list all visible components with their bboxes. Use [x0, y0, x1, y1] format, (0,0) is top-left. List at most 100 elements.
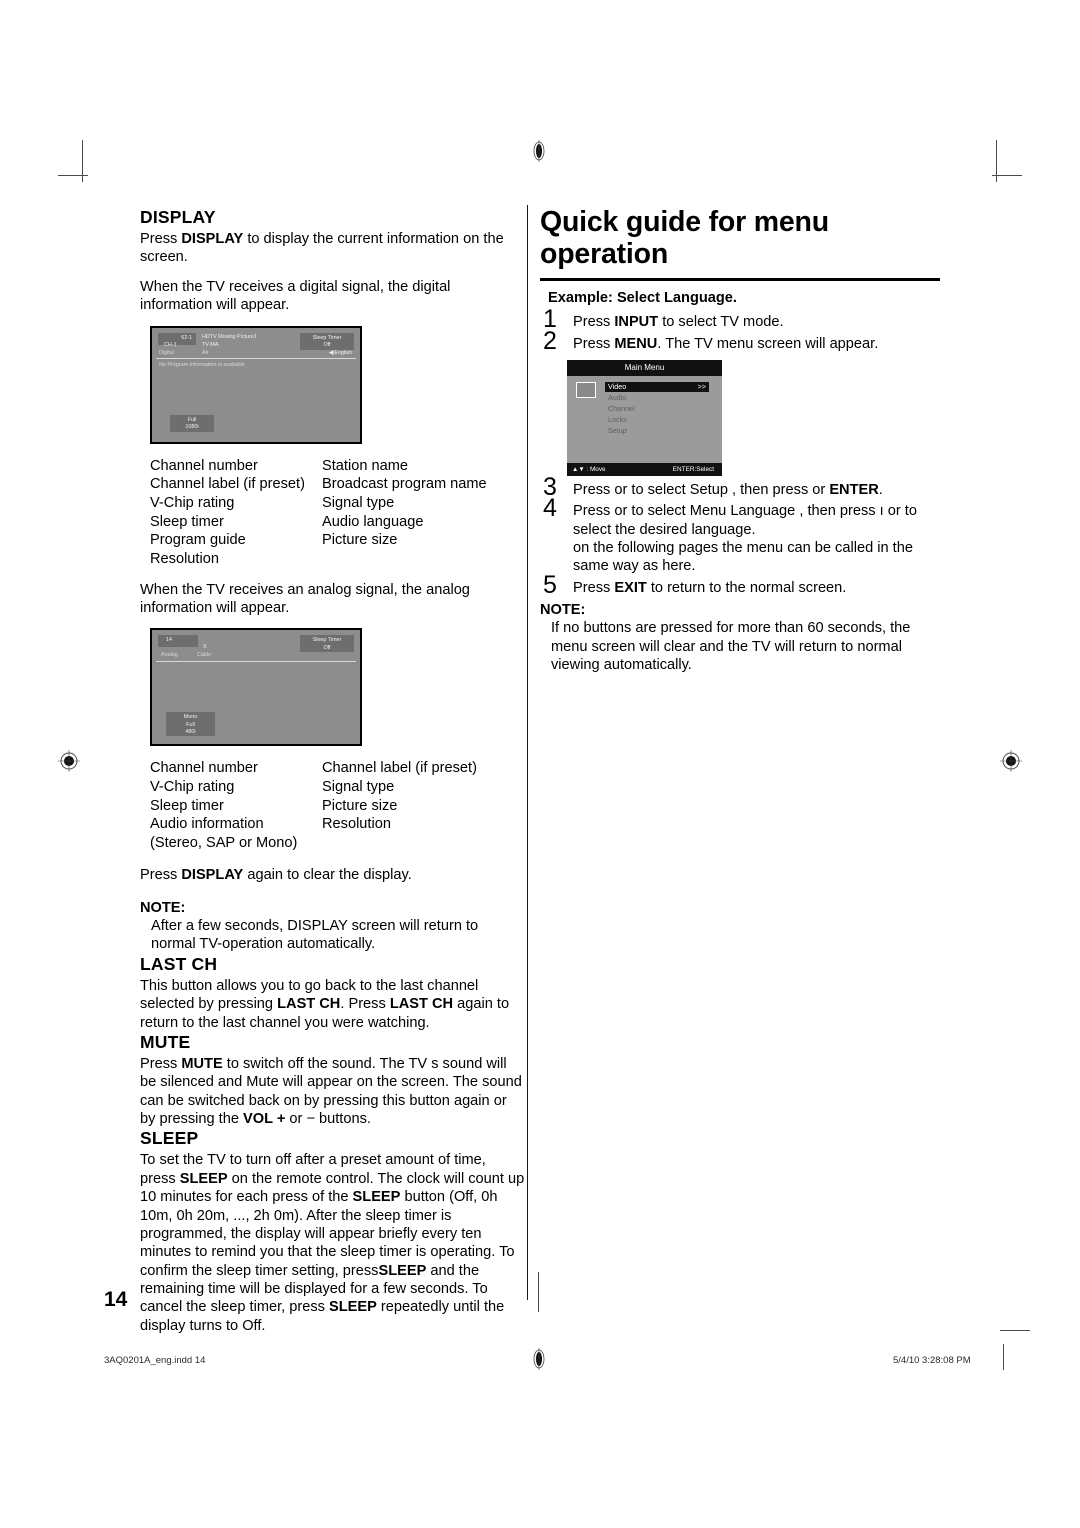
registration-mark-left	[58, 750, 80, 772]
crop-mark-bottom-center	[538, 1272, 539, 1312]
legend-left: (Stereo, SAP or Mono)	[150, 834, 298, 851]
step-5-a: Press	[573, 579, 615, 596]
osd-sleep-timer-box: Sleep Timer Off	[300, 332, 354, 350]
legend-row: (Stereo, SAP or Mono)	[150, 834, 525, 853]
digital-signal-paragraph: When the TV receives a digital signal, t…	[140, 278, 451, 314]
legend-row: Sleep timer Audio language	[150, 513, 525, 532]
legend-right: Picture size	[322, 532, 398, 549]
osd-separator-line	[156, 357, 356, 359]
osd-analog-channel-number-box: 14	[158, 635, 198, 648]
clear-a: Press	[140, 866, 182, 883]
legend-left: V-Chip rating	[150, 494, 235, 511]
step-4-text: Press or to select Menu Language , then …	[573, 503, 917, 538]
manual-page: DISPLAY Press DISPLAY to display the cur…	[0, 0, 1080, 1528]
osd-resolution: 1080i	[185, 423, 199, 430]
step-5-c: to return to the normal screen.	[646, 579, 847, 596]
legend-row: Channel number Channel label (if preset)	[150, 759, 525, 778]
legend-right: Channel label (if preset)	[322, 760, 477, 777]
legend-left: Sleep timer	[150, 797, 224, 814]
analog-osd-screenshot: 14 X Analog Cable Sleep Timer Off Mono F…	[150, 628, 362, 747]
menu-item-setup[interactable]: Setup	[605, 426, 709, 436]
osd-program-info: No Program Information is available	[159, 361, 245, 368]
menu-item-channel-label: Channel	[608, 403, 635, 413]
osd-analog-sleep-timer-box: Sleep Timer Off	[300, 635, 354, 653]
step-1-text: Press INPUT to select TV mode.	[573, 314, 784, 330]
legend-right: Station name	[322, 457, 408, 474]
step-4: 4 Press or to select Menu Language , the…	[540, 496, 940, 576]
clear-keyword: DISPLAY	[181, 866, 244, 883]
sleep-heading: SLEEP	[140, 1128, 199, 1149]
last-ch-c: . Press	[340, 996, 390, 1013]
osd-analog-channel-number: 14	[166, 637, 172, 644]
example-label: Example: Select Language.	[548, 290, 737, 307]
step-4-number: 4	[543, 494, 557, 523]
registration-mark-right	[1000, 750, 1022, 772]
last-ch-keyword-2: LAST CH	[389, 996, 454, 1013]
legend-row: Channel label (if preset) Broadcast progr…	[150, 475, 525, 494]
osd-analog-separator-line	[156, 661, 356, 663]
mute-paragraph: Press MUTE to switch off the sound. The …	[140, 1055, 525, 1129]
registration-mark-bottom	[533, 1348, 545, 1370]
last-ch-keyword-1: LAST CH	[277, 996, 341, 1013]
menu-note-text: If no buttons are pressed for more than …	[551, 620, 911, 673]
legend-left: Channel number	[150, 760, 258, 777]
osd-analog-resolution: 480i	[185, 728, 196, 735]
menu-item-video-arrows: >>	[697, 381, 706, 391]
footer-filename: 3AQ0201A_eng.indd 14	[104, 1355, 206, 1366]
digital-osd-screenshot: 62-1 HDTV Moving Picture1 CH-1 TV-MA Dig…	[150, 325, 362, 444]
mute-a: Press	[140, 1055, 182, 1072]
legend-left: V-Chip rating	[150, 778, 235, 795]
menu-item-audio[interactable]: Audio	[605, 393, 709, 403]
menu-item-video[interactable]: >> Video	[605, 381, 709, 392]
step-5-text: Press EXIT to return to the normal scree…	[573, 580, 846, 596]
legend-right: Signal type	[322, 494, 395, 511]
legend-row: Resolution	[150, 550, 525, 569]
exit-keyword: EXIT	[614, 579, 647, 596]
left-column: DISPLAY Press DISPLAY to display the cur…	[140, 207, 525, 1335]
mute-e: or − buttons.	[285, 1111, 371, 1128]
osd-channel-number: 62-1	[181, 334, 192, 341]
main-menu-select-hint: ENTER:Select	[672, 465, 714, 473]
enter-keyword: ENTER	[829, 481, 879, 498]
display-intro-a: Press	[140, 231, 182, 247]
main-menu-icon	[576, 381, 596, 398]
osd-sleep-timer-title: Sleep Timer	[312, 334, 342, 341]
osd-analog-audio-box: Mono Full 480i	[166, 712, 215, 737]
step-2-a: Press	[573, 335, 615, 352]
step-1-a: Press	[573, 314, 615, 331]
osd-picture-size-box: Full 1080i	[170, 414, 214, 432]
legend-left: Audio information	[150, 816, 264, 833]
menu-item-locks-label: Locks	[608, 414, 627, 424]
osd-analog-audio-information: Mono	[183, 714, 198, 721]
legend-right: Audio language	[322, 513, 424, 530]
osd-analog-signal-type: Analog	[161, 652, 178, 659]
menu-item-locks[interactable]: Locks	[605, 415, 709, 425]
analog-signal-paragraph: When the TV receives an analog signal, t…	[140, 581, 470, 616]
step-1: 1 Press INPUT to select TV mode.	[540, 307, 940, 332]
legend-right: Picture size	[322, 797, 398, 814]
step-3-text: Press or to select Setup , then press or…	[573, 482, 883, 498]
crop-mark-footer-right	[1003, 1344, 1004, 1370]
legend-left: Sleep timer	[150, 513, 224, 530]
menu-item-video-label: Video	[608, 381, 627, 391]
legend-left: Program guide	[150, 532, 246, 549]
page-number: 14	[104, 1288, 128, 1311]
legend-row: V-Chip rating Signal type	[150, 778, 525, 797]
display-intro-paragraph: Press DISPLAY to display the current inf…	[140, 230, 525, 267]
step-2: 2 Press MENU. The TV menu screen will ap…	[540, 328, 940, 353]
menu-item-channel[interactable]: Channel	[605, 404, 709, 414]
last-ch-paragraph: This button allows you to go back to the…	[140, 977, 525, 1032]
step-4-extra-note: on the following pages the menu can be c…	[573, 540, 913, 575]
analog-legend-table: Channel number Channel label (if preset) …	[150, 759, 525, 852]
osd-sleep-timer-value: Off	[323, 341, 331, 348]
step-3: 3 Press or to select Setup , then press …	[540, 474, 940, 499]
sleep-keyword-3: SLEEP	[378, 1262, 427, 1279]
last-ch-heading: LAST CH	[140, 953, 218, 974]
right-column: Quick guide for menu operation Example: …	[540, 206, 940, 674]
osd-station-name: HDTV Moving Picture1	[202, 333, 257, 340]
step-2-text: Press MENU. The TV menu screen will appe…	[573, 336, 878, 352]
crop-mark-right-bottom	[1000, 1330, 1030, 1331]
mute-heading: MUTE	[140, 1031, 191, 1052]
display-note-label: NOTE:	[140, 900, 186, 917]
registration-mark-top	[533, 140, 545, 162]
